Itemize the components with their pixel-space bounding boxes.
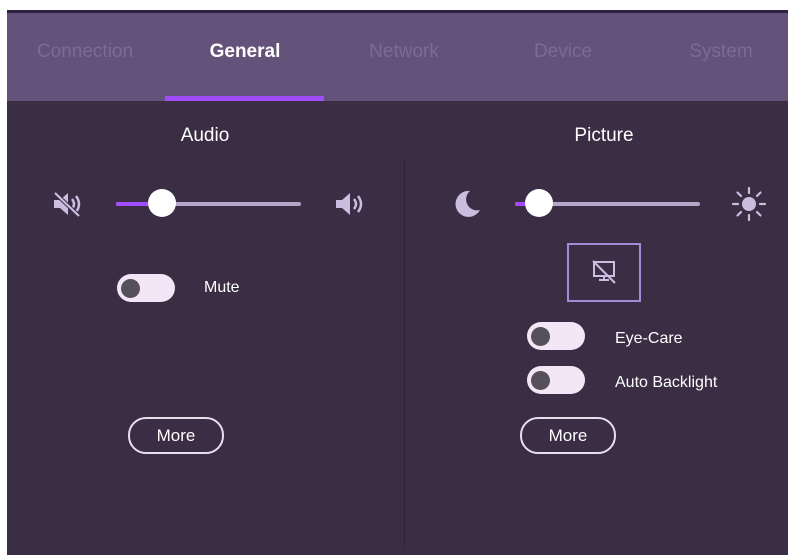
display-off-button[interactable] xyxy=(567,243,641,302)
moon-icon[interactable] xyxy=(451,188,483,225)
display-off-icon xyxy=(592,260,616,284)
volume-slider-thumb[interactable] xyxy=(148,189,176,217)
auto-backlight-toggle[interactable] xyxy=(527,366,585,394)
volume-mute-icon[interactable] xyxy=(51,190,85,223)
section-divider xyxy=(404,160,405,550)
active-tab-indicator xyxy=(165,96,324,101)
tab-network[interactable]: Network xyxy=(324,41,484,63)
tab-bar: Connection General Network Device System xyxy=(7,13,788,101)
tab-system[interactable]: System xyxy=(641,41,788,63)
volume-slider[interactable] xyxy=(116,188,301,218)
eye-care-toggle-knob xyxy=(531,327,550,346)
brightness-slider[interactable] xyxy=(515,188,700,218)
settings-panel: Connection General Network Device System… xyxy=(7,10,788,555)
eye-care-toggle[interactable] xyxy=(527,322,585,350)
tab-device[interactable]: Device xyxy=(483,41,643,63)
eye-care-label: Eye-Care xyxy=(615,330,683,347)
volume-up-icon[interactable] xyxy=(334,190,368,223)
sun-icon[interactable] xyxy=(731,186,767,227)
audio-title: Audio xyxy=(180,125,230,146)
mute-label: Mute xyxy=(204,279,240,296)
auto-backlight-toggle-knob xyxy=(531,371,550,390)
picture-title: Picture xyxy=(574,125,634,146)
picture-more-button[interactable]: More xyxy=(520,417,616,454)
mute-toggle-knob xyxy=(121,279,140,298)
audio-more-button[interactable]: More xyxy=(128,417,224,454)
tab-general[interactable]: General xyxy=(165,41,325,63)
auto-backlight-label: Auto Backlight xyxy=(615,374,718,391)
tab-connection[interactable]: Connection xyxy=(7,41,165,63)
mute-toggle[interactable] xyxy=(117,274,175,302)
brightness-slider-thumb[interactable] xyxy=(525,189,553,217)
